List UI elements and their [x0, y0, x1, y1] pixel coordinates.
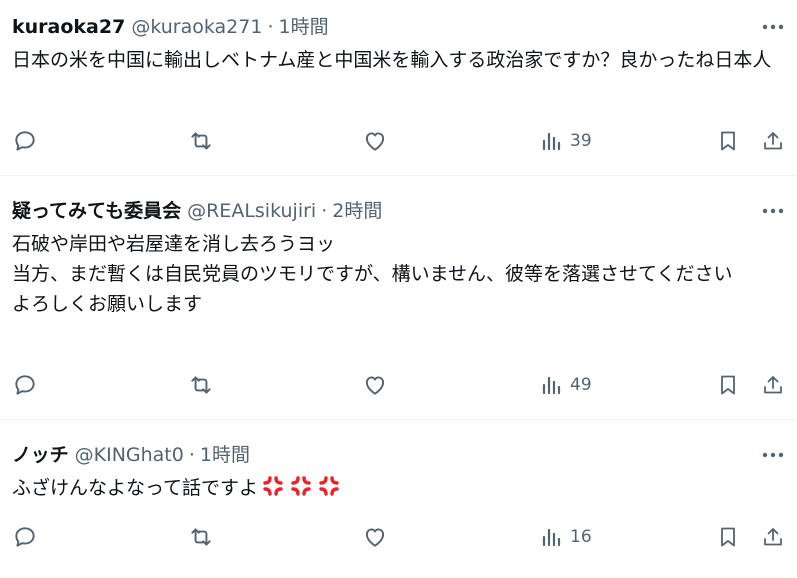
reply-button[interactable] — [12, 370, 38, 400]
bookmark-icon — [721, 131, 735, 151]
views-count: 16 — [570, 527, 592, 547]
like-icon — [365, 528, 385, 547]
views-icon — [542, 376, 561, 395]
post-time[interactable]: 2時間 — [332, 198, 382, 224]
author-handle[interactable]: @kuraoka271 — [131, 14, 262, 40]
post-text: 日本の米を中国に輸出しベトナム産と中国米を輸入する政治家ですか？良かったね日本人 — [12, 49, 772, 71]
retweet-icon — [191, 376, 211, 394]
post[interactable]: 疑ってみても委員会 @REALsikujiri · 2時間 石破や岸田や岩屋達を… — [0, 176, 797, 420]
separator-dot: · — [267, 16, 274, 38]
more-icon — [762, 208, 784, 214]
bookmark-icon — [721, 375, 735, 395]
anger-symbol-icon — [291, 476, 311, 496]
reply-icon — [15, 131, 35, 151]
reply-icon — [15, 375, 35, 395]
more-options-button[interactable] — [761, 16, 785, 38]
share-icon — [764, 132, 782, 150]
post-header: ノッチ @KINGhat0 · 1時間 — [12, 442, 250, 468]
author-handle[interactable]: @KINGhat0 — [75, 442, 184, 468]
action-bar: 16 — [0, 522, 797, 552]
post-time[interactable]: 1時間 — [278, 14, 328, 40]
author-name[interactable]: ノッチ — [12, 442, 69, 468]
more-options-button[interactable] — [761, 200, 785, 222]
share-button[interactable] — [761, 126, 785, 156]
post[interactable]: ノッチ @KINGhat0 · 1時間 ふざけんなよなって話ですよ 16 — [0, 420, 797, 578]
retweet-icon — [191, 132, 211, 150]
action-bar: 39 — [0, 126, 797, 156]
anger-symbol-icon — [263, 476, 283, 496]
retweet-icon — [191, 528, 211, 546]
share-button[interactable] — [761, 370, 785, 400]
like-button[interactable] — [362, 370, 388, 400]
like-icon — [365, 132, 385, 151]
post[interactable]: kuraoka27 @kuraoka271 · 1時間 日本の米を中国に輸出しベ… — [0, 0, 797, 176]
post-text-line: ふざけんなよなって話ですよ — [12, 473, 782, 503]
share-button[interactable] — [761, 522, 785, 552]
views-button[interactable]: 16 — [540, 522, 592, 552]
author-handle[interactable]: @REALsikujiri — [187, 198, 316, 224]
post-header: 疑ってみても委員会 @REALsikujiri · 2時間 — [12, 198, 382, 224]
retweet-button[interactable] — [187, 126, 215, 156]
views-count: 49 — [570, 375, 592, 395]
post-time[interactable]: 1時間 — [200, 442, 250, 468]
bookmark-button[interactable] — [716, 126, 740, 156]
more-icon — [762, 24, 784, 30]
reply-button[interactable] — [12, 522, 38, 552]
separator-dot: · — [188, 444, 195, 466]
author-name[interactable]: kuraoka27 — [12, 14, 125, 40]
post-header: kuraoka27 @kuraoka271 · 1時間 — [12, 14, 329, 40]
more-icon — [762, 452, 784, 458]
post-text: ふざけんなよなって話ですよ — [12, 477, 259, 499]
reply-feed: kuraoka27 @kuraoka271 · 1時間 日本の米を中国に輸出しベ… — [0, 0, 797, 578]
separator-dot: · — [321, 200, 328, 222]
bookmark-button[interactable] — [716, 522, 740, 552]
post-text: 石破や岸田や岩屋達を消し去ろうヨッ 当方、まだ暫くは自民党員のツモリですが、構い… — [12, 233, 733, 315]
like-button[interactable] — [362, 522, 388, 552]
share-icon — [764, 528, 782, 546]
views-icon — [542, 132, 561, 151]
more-options-button[interactable] — [761, 444, 785, 466]
share-icon — [764, 376, 782, 394]
views-icon — [542, 528, 561, 547]
anger-symbol-icon — [319, 476, 339, 496]
views-button[interactable]: 49 — [540, 370, 592, 400]
bookmark-icon — [721, 527, 735, 547]
retweet-button[interactable] — [187, 522, 215, 552]
bookmark-button[interactable] — [716, 370, 740, 400]
action-bar: 49 — [0, 370, 797, 400]
retweet-button[interactable] — [187, 370, 215, 400]
views-count: 39 — [570, 131, 592, 151]
author-name[interactable]: 疑ってみても委員会 — [12, 198, 181, 224]
like-button[interactable] — [362, 126, 388, 156]
views-button[interactable]: 39 — [540, 126, 592, 156]
reply-icon — [15, 527, 35, 547]
reply-button[interactable] — [12, 126, 38, 156]
like-icon — [365, 376, 385, 395]
